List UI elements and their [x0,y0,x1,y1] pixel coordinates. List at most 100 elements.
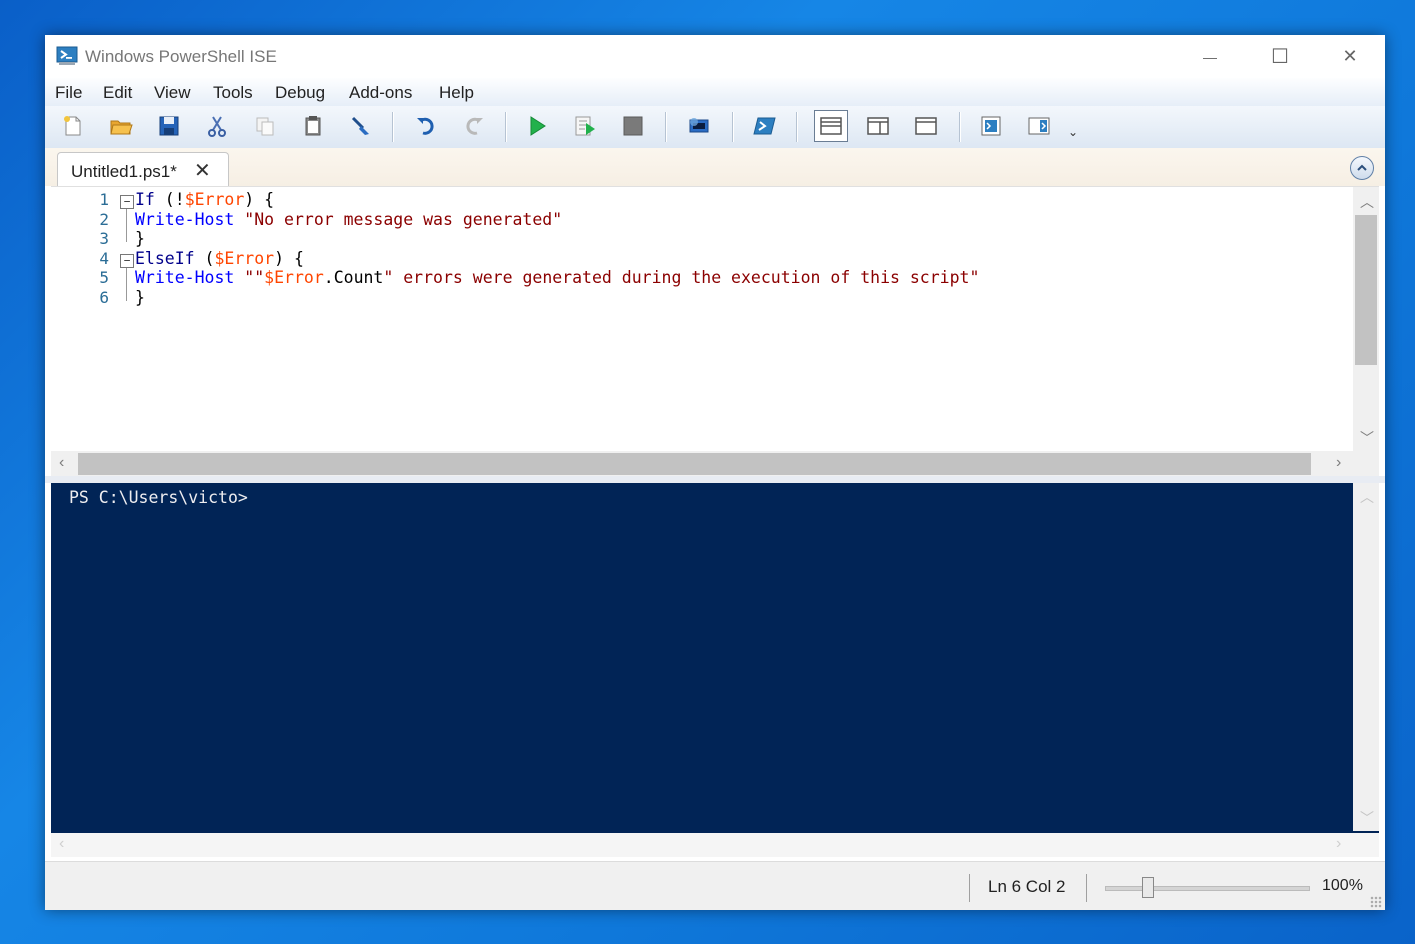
new-remote-powershell-tab-button[interactable] [685,112,713,140]
code-token: ) { [244,190,275,209]
minimize-button[interactable]: — [1175,35,1245,78]
line-number: 4 [99,248,109,268]
code-token: } [135,229,145,248]
pane-splitter[interactable] [45,476,1385,483]
redo-button[interactable] [460,112,488,140]
broom-icon [351,116,369,135]
menu-help[interactable]: Help [439,83,474,103]
status-bar: Ln 6 Col 2 100% [45,861,1385,910]
menu-edit[interactable]: Edit [103,83,132,103]
hide-script-pane-button[interactable] [1350,156,1374,180]
title-bar[interactable]: Windows PowerShell ISE — ☐ ✕ [45,35,1385,78]
code-token: " errors were generated during the execu… [383,268,980,287]
powershell-ise-window: Windows PowerShell ISE — ☐ ✕ File Edit V… [45,35,1385,910]
resize-grip[interactable] [1370,896,1382,908]
zoom-slider-track[interactable] [1105,886,1310,891]
scroll-left-icon[interactable]: ‹ [59,454,64,472]
toolbar-separator [959,112,960,142]
code-line[interactable]: } [135,288,979,308]
show-script-pane-right-button[interactable] [864,112,892,140]
code-token: "No error message was generated" [244,209,563,229]
line-number: 2 [99,209,109,229]
run-selection-button[interactable] [571,112,599,140]
save-button[interactable] [155,112,183,140]
toolbar-separator [796,112,797,142]
menu-tools[interactable]: Tools [213,83,253,103]
toolbar-separator [665,112,666,142]
stop-button[interactable] [619,112,647,140]
cut-button[interactable] [203,112,231,140]
console-prompt: PS C:\Users\victo> [69,488,248,507]
play-icon [530,116,546,136]
run-script-button[interactable] [523,112,551,140]
line-number: 3 [99,229,109,248]
code-token: If [135,190,155,209]
script-editor[interactable]: 123456 − − If (!$Error) {Write-Host "No … [51,186,1379,477]
line-number: 5 [99,268,109,287]
zoom-slider-thumb[interactable] [1142,877,1154,898]
menu-bar: File Edit View Tools Debug Add-ons Help [45,78,1385,106]
start-powershell-button[interactable] [751,112,779,140]
fold-guide [126,268,127,301]
console-vertical-scrollbar[interactable]: ︿ ﹀ [1353,483,1379,831]
menu-file[interactable]: File [55,83,82,103]
scroll-left-icon[interactable]: ‹ [59,835,64,853]
scroll-thumb[interactable] [78,453,1311,475]
scroll-up-icon[interactable]: ︿ [1360,192,1374,212]
tab-close-icon[interactable]: ✕ [194,158,211,183]
scroll-thumb[interactable] [1355,215,1377,365]
show-script-pane-maximized-button[interactable] [912,112,940,140]
code-area[interactable]: If (!$Error) {Write-Host "No error messa… [135,190,979,307]
paste-button[interactable] [299,112,327,140]
code-token: } [135,287,145,307]
code-token: ) { [274,248,304,268]
console-pane[interactable]: PS C:\Users\victo> ︿ ﹀ [51,483,1379,833]
menu-view[interactable]: View [154,83,191,103]
toolbar-overflow-button[interactable]: ⌄ [1063,122,1083,142]
code-token: $Error [184,190,245,209]
show-command-add-on-button[interactable] [1025,112,1053,140]
layout-top-icon [820,117,842,135]
scroll-right-icon[interactable]: › [1336,835,1341,853]
undo-button[interactable] [412,112,440,140]
code-line[interactable]: ElseIf ($Error) { [135,249,979,269]
chevron-down-icon: ⌄ [1067,125,1079,139]
show-command-window-button[interactable] [977,112,1005,140]
close-icon: ✕ [1342,46,1358,66]
console-horizontal-scrollbar[interactable]: ‹ › [51,833,1379,857]
clear-console-button[interactable] [347,112,375,140]
close-button[interactable]: ✕ [1315,35,1385,78]
new-script-button[interactable] [59,112,87,140]
fold-toggle-icon[interactable]: − [120,254,134,268]
editor-vertical-scrollbar[interactable]: ︿ ﹀ [1353,187,1379,451]
copy-button[interactable] [251,112,279,140]
remote-tab-icon [689,118,709,133]
code-token: $Error [264,268,324,287]
menu-debug[interactable]: Debug [275,83,325,103]
status-separator [969,874,970,902]
tab-untitled1[interactable]: Untitled1.ps1* ✕ [57,152,229,187]
code-line[interactable]: Write-Host ""$Error.Count" errors were g… [135,268,979,288]
chevron-up-icon [1357,164,1367,171]
code-line[interactable]: } [135,229,979,249]
fold-toggle-icon[interactable]: − [120,195,134,209]
editor-horizontal-scrollbar[interactable]: ‹ › [51,451,1379,477]
line-number-gutter: 123456 [51,190,109,307]
scroll-down-icon[interactable]: ﹀ [1360,808,1374,828]
undo-icon [417,117,434,135]
show-script-pane-top-button[interactable] [814,110,848,142]
powershell-ise-icon [56,46,78,66]
scroll-right-icon[interactable]: › [1336,454,1341,472]
folder-open-icon [110,120,133,135]
open-button[interactable] [107,112,135,140]
toolbar: ⌄ [45,106,1385,149]
code-token: ElseIf [135,248,195,268]
scroll-down-icon[interactable]: ﹀ [1360,428,1374,448]
run-selection-icon [575,116,595,136]
code-line[interactable]: Write-Host "No error message was generat… [135,210,979,230]
maximize-button[interactable]: ☐ [1245,35,1315,78]
code-line[interactable]: If (!$Error) { [135,190,979,210]
powershell-icon [753,117,776,135]
menu-add-ons[interactable]: Add-ons [349,83,412,103]
scroll-up-icon[interactable]: ︿ [1360,487,1374,507]
